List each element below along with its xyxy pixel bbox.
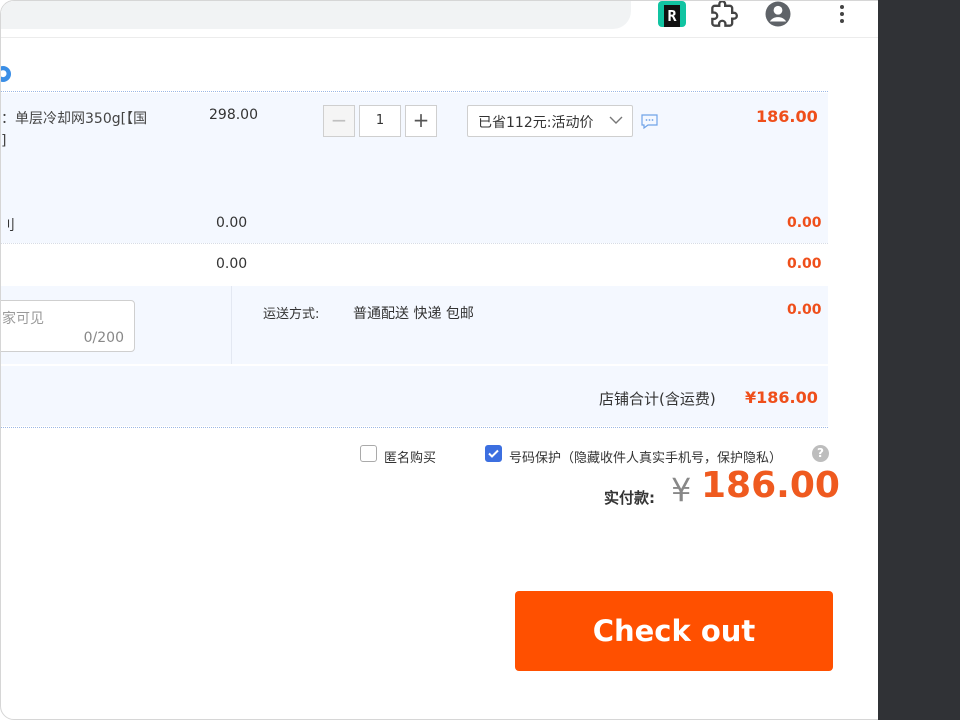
item-spec-cont: ] [1, 133, 7, 149]
promo-select-label: 已省112元:活动价 [478, 115, 594, 131]
info-dot-icon: ● [1, 66, 11, 82]
item-spec: ：单层冷却网350g[【国 [1, 111, 148, 127]
anonymous-checkbox[interactable] [360, 445, 377, 462]
number-protect-label: 号码保护（隐藏收件人真实手机号，保护隐私） [509, 451, 783, 466]
side-panel [878, 0, 960, 720]
shop-total-label: 店铺合计(含运费) [599, 390, 716, 408]
quantity-input[interactable]: 1 [359, 105, 401, 137]
memo-char-counter: 0/200 [83, 330, 124, 346]
divider [1, 91, 828, 92]
extra-row-2-price: 0.00 [216, 256, 248, 272]
puzzle-icon[interactable] [709, 1, 739, 29]
browser-window: R ● ：单层冷却网350g[【国 ] 298.00 − 1 + 已省112元:… [0, 0, 960, 720]
decrease-qty-button[interactable]: − [323, 105, 355, 137]
extra-row-1-price: 0.00 [216, 215, 248, 231]
anonymous-label: 匿名购买 [384, 451, 437, 466]
extra-row-2-total: 0.00 [787, 256, 822, 272]
divider [1, 243, 828, 244]
actual-payment-amount: 186.00 [701, 465, 840, 506]
browser-toolbar: R [1, 1, 879, 38]
extra-row-1 [1, 203, 828, 243]
help-icon[interactable]: ? [812, 445, 829, 462]
buyer-memo-input[interactable]: 家可见 0/200 [1, 300, 135, 352]
extra-row-1-label: 刂 [1, 218, 15, 234]
chevron-down-icon [608, 112, 624, 132]
more-vert-icon[interactable] [827, 1, 857, 29]
actual-payment-label: 实付款: [604, 489, 655, 507]
address-bar[interactable] [1, 1, 631, 29]
shop-total-amount: ¥186.00 [745, 388, 818, 407]
number-protect-checkbox[interactable] [485, 445, 502, 462]
promo-select[interactable]: 已省112元:活动价 [467, 105, 633, 137]
divider [1, 427, 828, 428]
extra-row-1-total: 0.00 [787, 215, 822, 231]
increase-qty-button[interactable]: + [405, 105, 437, 137]
divider [231, 286, 232, 364]
chat-icon[interactable] [641, 114, 658, 133]
unit-price: 298.00 [209, 107, 258, 123]
check-icon [488, 449, 499, 458]
r-extension-icon[interactable]: R [657, 1, 687, 29]
currency-symbol: ¥ [671, 471, 692, 509]
memo-placeholder: 家可见 [2, 311, 44, 327]
account-icon[interactable] [763, 1, 793, 29]
item-subtotal: 186.00 [756, 107, 818, 126]
checkout-button[interactable]: Check out [515, 591, 833, 671]
shipping-fee: 0.00 [787, 302, 822, 318]
shipping-method: 普通配送 快递 包邮 [353, 306, 474, 322]
shipping-label: 运送方式: [263, 307, 320, 322]
